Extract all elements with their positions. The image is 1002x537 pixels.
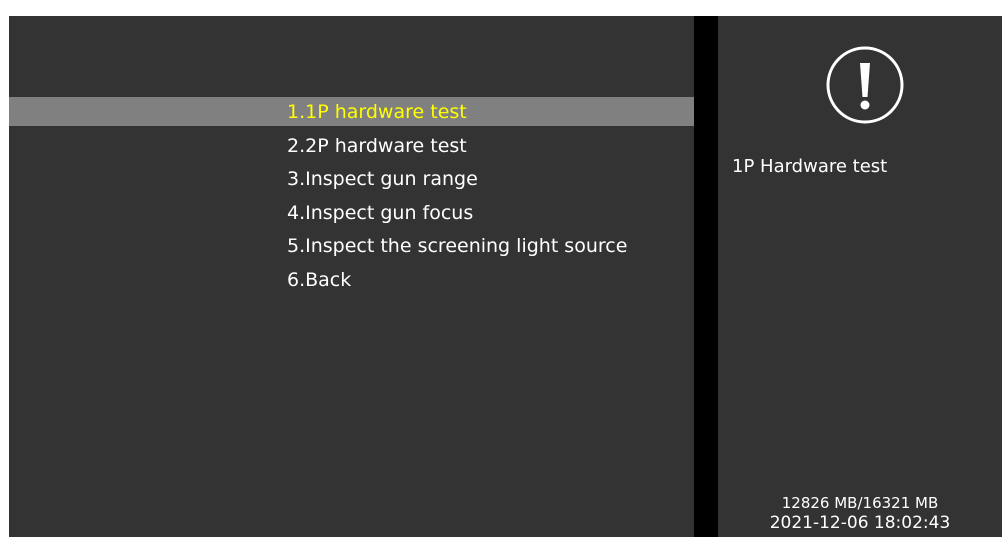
info-panel: 1P Hardware test 12826 MB/16321 MB 2021-… <box>718 16 1002 537</box>
menu-item-2p-hardware-test[interactable]: 2.2P hardware test <box>287 132 627 166</box>
menu-item-inspect-gun-focus[interactable]: 4.Inspect gun focus <box>287 199 627 233</box>
menu-list: 1.1P hardware test 2.2P hardware test 3.… <box>287 98 627 299</box>
menu-item-inspect-gun-range[interactable]: 3.Inspect gun range <box>287 165 627 199</box>
panel-divider <box>694 16 718 537</box>
menu-item-back[interactable]: 6.Back <box>287 266 627 300</box>
item-description: 1P Hardware test <box>732 156 888 177</box>
date-time: 2021-12-06 18:02:43 <box>769 513 951 533</box>
menu-panel: 1.1P hardware test 2.2P hardware test 3.… <box>9 16 694 537</box>
menu-item-inspect-light-source[interactable]: 5.Inspect the screening light source <box>287 232 627 266</box>
exclamation-circle-icon <box>826 46 904 124</box>
screen: 1.1P hardware test 2.2P hardware test 3.… <box>9 16 1002 537</box>
menu-item-1p-hardware-test[interactable]: 1.1P hardware test <box>287 98 627 132</box>
memory-usage: 12826 MB/16321 MB <box>781 494 939 512</box>
